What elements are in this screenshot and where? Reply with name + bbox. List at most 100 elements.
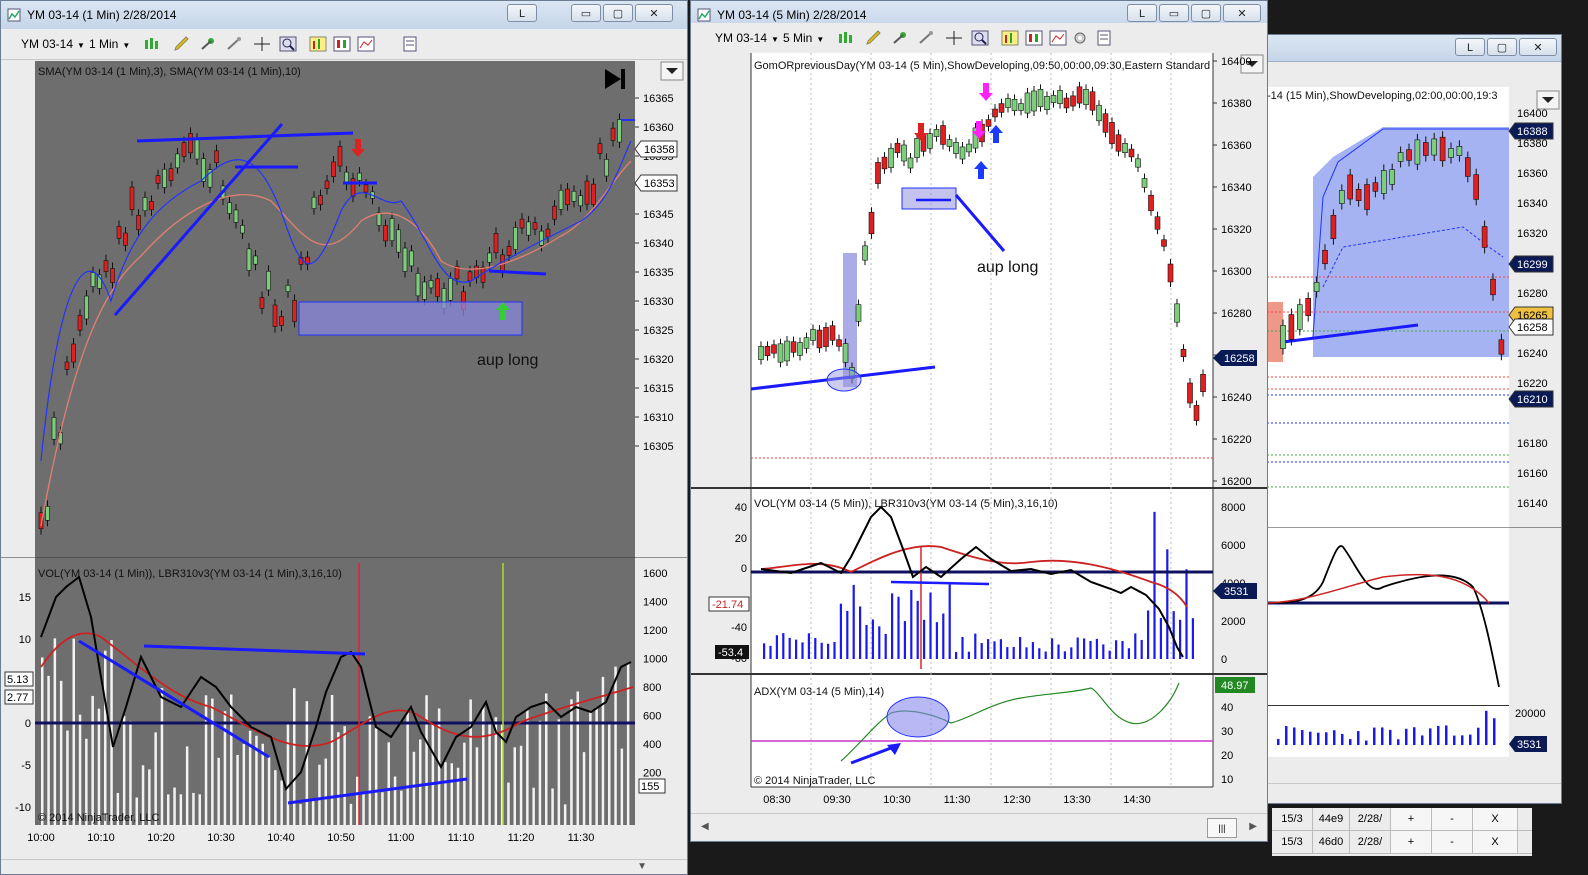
- orders-table-action[interactable]: +: [1391, 808, 1432, 830]
- volume-bar: [769, 645, 772, 659]
- candle: [823, 327, 829, 347]
- link-button[interactable]: L: [1127, 4, 1157, 22]
- candle: [331, 161, 336, 177]
- horizontal-scrollbar[interactable]: ▼: [1, 859, 687, 874]
- panel-menu-icon[interactable]: [1536, 90, 1560, 110]
- volume-bar: [286, 724, 290, 825]
- maximize-icon[interactable]: ▢: [603, 4, 633, 22]
- volume-bar: [425, 695, 428, 825]
- panel-menu-icon[interactable]: [660, 61, 684, 81]
- drawing-tools-icon[interactable]: [199, 36, 217, 52]
- candle: [803, 337, 810, 349]
- candle: [1347, 174, 1353, 200]
- draw-pencil-icon[interactable]: [865, 30, 883, 46]
- maximize-icon[interactable]: ▢: [1191, 4, 1221, 22]
- volume-bar: [167, 794, 170, 825]
- scroll-left-icon[interactable]: ◀: [701, 821, 709, 832]
- price-axis-label: 16305: [643, 441, 674, 453]
- crosshair-icon[interactable]: [945, 30, 963, 46]
- orders-table-action[interactable]: -: [1432, 831, 1473, 853]
- candle: [1135, 158, 1141, 168]
- adx-panel-5min[interactable]: ADX(YM 03-14 (5 Min),14) © 2014 NinjaTra…: [691, 673, 1267, 813]
- orders-table-action[interactable]: -: [1432, 808, 1473, 830]
- candle: [597, 143, 603, 154]
- volume-bar: [343, 726, 346, 825]
- data-box-icon[interactable]: [1095, 30, 1113, 46]
- remove-drawings-icon[interactable]: [917, 30, 935, 46]
- orders-table-row[interactable]: 15/3 46d0 2/28/+ - X: [1272, 831, 1532, 854]
- orders-table-action[interactable]: X: [1473, 831, 1518, 853]
- price-axis-label: 16180: [1517, 438, 1548, 450]
- indicator-panel-5min[interactable]: VOL(YM 03-14 (5 Min)), LBR310v3(YM 03-14…: [691, 487, 1267, 673]
- strategies-icon[interactable]: [1025, 30, 1043, 46]
- title-bar[interactable]: YM 03-14 (1 Min) 2/28/2014 L ▭ ▢ ✕: [1, 1, 687, 30]
- volume-bar: [1349, 739, 1352, 745]
- orders-table-action[interactable]: X: [1473, 808, 1518, 830]
- zoom-icon[interactable]: [971, 30, 989, 46]
- indicators-icon[interactable]: [1001, 30, 1019, 46]
- candle: [1037, 89, 1044, 107]
- price-axis-label: 16140: [1517, 498, 1548, 510]
- scroll-thumb[interactable]: |||: [1207, 818, 1237, 838]
- bar-type-icon[interactable]: [143, 36, 161, 52]
- drawing-tools-icon[interactable]: [891, 30, 909, 46]
- window-title: YM 03-14 (1 Min) 2/28/2014: [27, 8, 177, 22]
- price-panel-15min[interactable]: -14 (15 Min),ShowDeveloping,02:00,00:00,…: [1263, 87, 1561, 527]
- price-panel-1min[interactable]: aup long SMA(YM 03-14 (1 Min),3), SMA(YM…: [1, 61, 687, 557]
- candle: [1057, 90, 1063, 104]
- time-axis-label: 10:30: [883, 794, 911, 806]
- minimize-icon[interactable]: ▭: [1159, 4, 1189, 22]
- close-icon[interactable]: ✕: [1223, 4, 1261, 22]
- candle: [279, 316, 284, 326]
- interval-selector[interactable]: 1 Min ▼: [89, 37, 130, 51]
- properties-icon[interactable]: [1049, 30, 1067, 46]
- indicator-panel-15min[interactable]: 20000 0 3531: [1263, 526, 1561, 757]
- data-box-icon[interactable]: [401, 36, 419, 52]
- instrument-selector[interactable]: YM 03-14 ▼: [715, 31, 779, 45]
- scroll-right-icon[interactable]: ▼: [637, 861, 647, 872]
- volume-bar: [814, 637, 817, 659]
- instrument-selector[interactable]: YM 03-14 ▼: [21, 37, 85, 51]
- candle: [64, 361, 70, 370]
- zoom-icon[interactable]: [279, 36, 297, 52]
- candle: [539, 230, 544, 246]
- scroll-right-icon[interactable]: ▶: [1249, 821, 1257, 832]
- title-bar[interactable]: L ▢ ✕: [1263, 35, 1561, 62]
- indicators-icon[interactable]: [309, 36, 327, 52]
- draw-pencil-icon[interactable]: [173, 36, 191, 52]
- volume-bar: [980, 643, 983, 659]
- horizontal-scrollbar[interactable]: [1263, 783, 1561, 800]
- strategies-icon[interactable]: [333, 36, 351, 52]
- properties-icon[interactable]: [357, 36, 375, 52]
- orders-table-action[interactable]: +: [1391, 831, 1432, 853]
- settings-icon[interactable]: [1071, 30, 1089, 46]
- minimize-button[interactable]: [539, 4, 569, 22]
- interval-selector[interactable]: 5 Min ▼: [783, 31, 824, 45]
- price-axis-label: 16400: [1221, 56, 1252, 68]
- volume-bar: [211, 698, 214, 825]
- volume-bar: [393, 776, 397, 825]
- remove-drawings-icon[interactable]: [225, 36, 243, 52]
- candle: [1498, 339, 1505, 355]
- candle: [810, 329, 816, 341]
- candle: [771, 344, 777, 354]
- close-icon[interactable]: ✕: [1519, 38, 1557, 56]
- link-button[interactable]: L: [1455, 38, 1485, 56]
- minimize-icon[interactable]: ▭: [571, 4, 601, 22]
- candle: [233, 209, 239, 223]
- close-icon[interactable]: ✕: [635, 4, 673, 22]
- orders-table-row[interactable]: 15/3 44e9 2/28/+ - X: [1272, 808, 1532, 831]
- price-tag-2: 16353: [634, 174, 678, 192]
- volume-bar: [923, 619, 926, 659]
- link-button[interactable]: L: [507, 4, 537, 22]
- indicator-panel-1min[interactable]: VOL(YM 03-14 (1 Min)), LBR310v3(YM 03-14…: [1, 556, 687, 857]
- horizontal-scrollbar[interactable]: ◀ ▶ |||: [691, 813, 1267, 841]
- candle: [84, 295, 89, 320]
- volume-bar: [129, 721, 132, 825]
- candle: [402, 247, 408, 272]
- volume-bar: [987, 639, 990, 659]
- crosshair-icon[interactable]: [253, 36, 271, 52]
- maximize-icon[interactable]: ▢: [1487, 38, 1517, 56]
- price-panel-5min[interactable]: aup long GomORpreviousDay(YM 03-14 (5 Mi…: [691, 53, 1267, 488]
- bar-type-icon[interactable]: [837, 30, 855, 46]
